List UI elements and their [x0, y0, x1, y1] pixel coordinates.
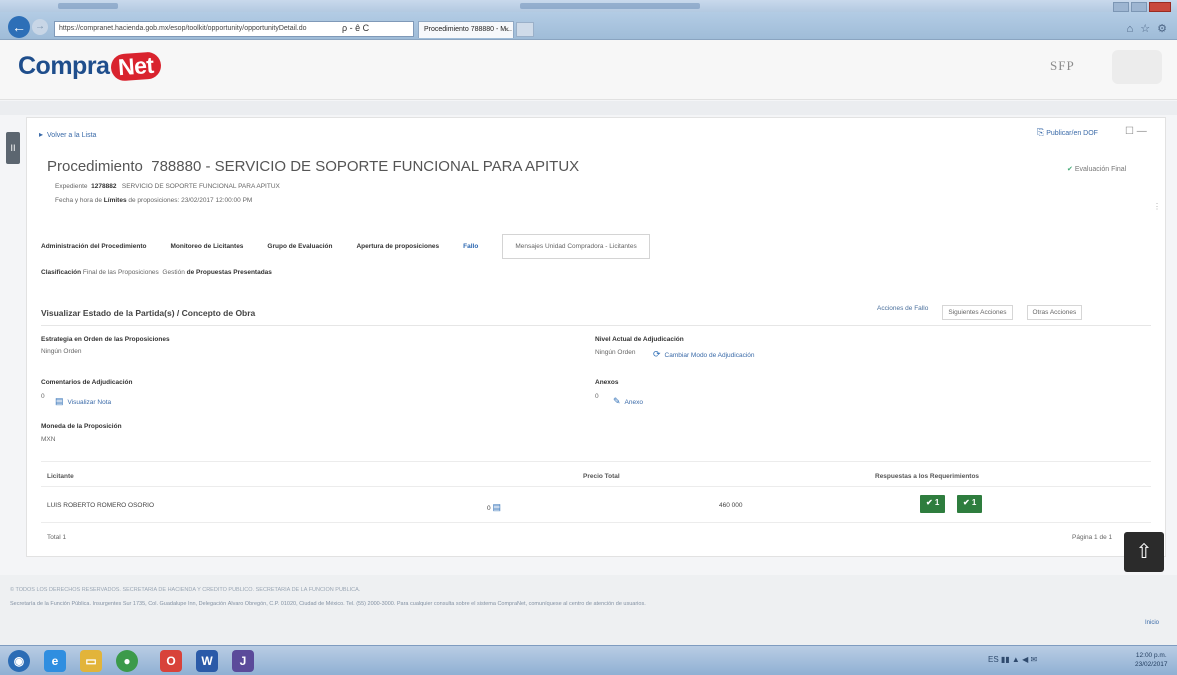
award-comments-label: Comentarios de Adjudicación	[41, 379, 133, 386]
table-row-line	[41, 522, 1151, 523]
check-icon: ✔	[1067, 166, 1073, 173]
footer-address: Secretaría de la Función Pública. Insurg…	[10, 601, 646, 607]
requirements-review-button[interactable]: ✔ 1	[957, 495, 983, 513]
expediente-line: Expediente 1278882 SERVICIO DE SOPORTE F…	[55, 183, 280, 190]
table-header-line	[41, 486, 1151, 487]
address-controls[interactable]: ρ - ê C	[342, 23, 369, 33]
scroll-top-button[interactable]: ⇧	[1124, 532, 1164, 572]
section-actions: Acciones de Fallo Siguientes Acciones Ot…	[877, 305, 1083, 320]
windows-taskbar: ◉ e ▭ ● O W J ES ▮▮ ▲ ◀ ✉ 12:00 p.m. 23/…	[0, 645, 1177, 675]
note-icon: ▤	[55, 396, 64, 406]
close-window-icon[interactable]	[1149, 2, 1171, 12]
internet-explorer-icon[interactable]: e	[44, 650, 66, 672]
publish-dof-link[interactable]: ⎘ Publicar/en DOF	[1037, 127, 1098, 138]
strategy-label: Estrategia en Orden de las Proposiciones	[41, 336, 170, 343]
system-tray[interactable]: ES ▮▮ ▲ ◀ ✉	[988, 655, 1037, 664]
chrome-icon[interactable]: ●	[116, 650, 138, 672]
compranet-logo[interactable]: Compra Net	[18, 51, 162, 82]
award-level-label: Nivel Actual de Adjudicación	[595, 336, 684, 343]
column-header-price[interactable]: Precio Total	[583, 473, 620, 480]
tab-fallo[interactable]: Fallo	[463, 243, 478, 250]
side-panel-toggle[interactable]: II	[6, 132, 20, 164]
maximize-icon[interactable]	[1131, 2, 1147, 12]
site-header: Compra Net SFP	[0, 40, 1177, 100]
back-to-list-link[interactable]: ▸ Volver a la Lista	[39, 130, 96, 139]
status-badge: ✔ Evaluación Final	[1067, 166, 1127, 173]
deadline-line: Fecha y hora de Límites de proposiciones…	[55, 197, 253, 204]
fallo-actions-button[interactable]: Acciones de Fallo	[877, 305, 928, 320]
sfp-emblem	[1112, 50, 1162, 84]
footer-rights: © TODOS LOS DERECHOS RESERVADOS. SECRETA…	[10, 587, 361, 593]
tab-mensajes[interactable]: Mensajes Unidad Compradora - Licitantes	[502, 233, 650, 259]
section-divider	[41, 325, 1151, 326]
page-footer: © TODOS LOS DERECHOS RESERVADOS. SECRETA…	[0, 575, 1177, 645]
comments-count: 0	[41, 393, 45, 400]
sfp-logo: SFP	[1050, 58, 1075, 73]
browser-chrome: ← → https://compranet.hacienda.gob.mx/es…	[0, 0, 1177, 40]
word-icon[interactable]: W	[196, 650, 218, 672]
paperclip-icon: ✎	[613, 396, 621, 406]
breadcrumb-link[interactable]: Final de las Proposiciones	[83, 269, 159, 276]
bidder-name[interactable]: LUIS ROBERTO ROMERO OSORIO	[47, 502, 154, 509]
panel-controls[interactable]: ☐ —	[1125, 126, 1147, 137]
annex-label: Anexos	[595, 379, 619, 386]
next-actions-dropdown[interactable]: Siguientes Acciones	[942, 305, 1013, 320]
procedure-tabs: Administración del Procedimiento Monitor…	[41, 233, 650, 259]
currency-value: MXN	[41, 436, 56, 443]
window-controls	[1113, 2, 1171, 12]
document-icon: ▤	[492, 502, 501, 512]
total-price: 460 000	[719, 502, 743, 509]
arrow-left-icon: ▸	[39, 130, 44, 139]
award-level-value: Ningún Orden	[595, 349, 636, 356]
view-note-link[interactable]: ▤ Visualizar Nota	[55, 396, 111, 407]
window-title-bar	[0, 0, 1177, 12]
column-header-responses[interactable]: Respuestas a los Requerimientos	[875, 473, 979, 480]
currency-label: Moneda de la Proposición	[41, 423, 122, 430]
section-title: Visualizar Estado de la Partida(s) / Con…	[41, 308, 256, 318]
browser-tab[interactable]: Procedimiento 788880 - M... ×	[418, 21, 514, 38]
header-divider	[0, 101, 1177, 115]
tab-monitoreo[interactable]: Monitoreo de Licitantes	[170, 243, 243, 250]
new-tab-button[interactable]	[516, 22, 534, 37]
page-title: Procedimiento 788880 - SERVICIO DE SOPOR…	[47, 158, 580, 175]
tab-apertura[interactable]: Apertura de proposiciones	[356, 243, 439, 250]
minimize-icon[interactable]	[1113, 2, 1129, 12]
annex-link[interactable]: ✎ Anexo	[613, 396, 643, 407]
tab-administracion[interactable]: Administración del Procedimiento	[41, 243, 146, 250]
procedure-panel: ▸ Volver a la Lista ⎘ Publicar/en DOF ☐ — …	[26, 117, 1166, 557]
footer-home-link[interactable]: Inicio	[1145, 620, 1159, 626]
column-header-bidder[interactable]: Licitante	[47, 473, 74, 480]
pagination[interactable]: Página 1 de 1	[1072, 534, 1112, 541]
back-button[interactable]: ←	[8, 16, 30, 38]
total-count: Total 1	[47, 534, 67, 541]
annex-count: 0	[595, 393, 599, 400]
tab-close-icon[interactable]: ×	[504, 25, 509, 34]
other-actions-dropdown[interactable]: Otras Acciones	[1026, 305, 1083, 320]
tab-title: Procedimiento 788880 - M...	[424, 26, 512, 33]
publish-icon: ⎘	[1037, 127, 1045, 137]
app-icon[interactable]: J	[232, 650, 254, 672]
taskbar-clock[interactable]: 12:00 p.m. 23/02/2017	[1135, 651, 1168, 669]
outlook-icon[interactable]: O	[160, 650, 182, 672]
change-award-mode-link[interactable]: ⟳ Cambiar Modo de Adjudicación	[653, 349, 755, 360]
tab-grupo-evaluacion[interactable]: Grupo de Evaluación	[267, 243, 332, 250]
strategy-value: Ningún Orden	[41, 348, 82, 355]
browser-toolbar-icons[interactable]: ⌂ ☆ ⚙	[1127, 22, 1169, 35]
forward-button[interactable]: →	[32, 19, 48, 35]
table-top-line	[41, 461, 1151, 462]
start-button-icon[interactable]: ◉	[8, 650, 30, 672]
bid-count[interactable]: 0 ▤	[487, 502, 505, 513]
requirements-accept-button[interactable]: ✔ 1	[920, 495, 946, 513]
more-options-icon[interactable]: ⋮	[1153, 202, 1161, 211]
breadcrumb: Clasificación Final de las Proposiciones…	[41, 269, 272, 276]
file-explorer-icon[interactable]: ▭	[80, 650, 102, 672]
refresh-icon: ⟳	[653, 349, 661, 359]
